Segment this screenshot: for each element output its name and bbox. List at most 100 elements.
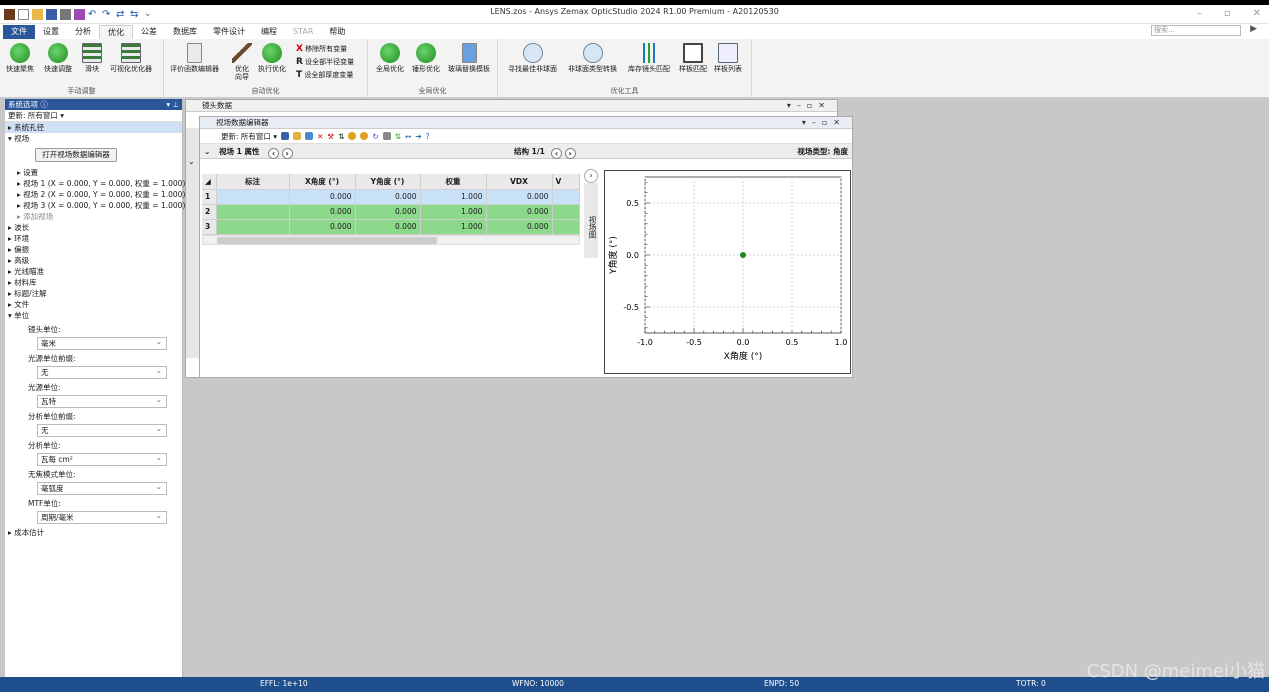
redo-icon[interactable]: ↻ xyxy=(372,129,378,144)
field-plot-tab[interactable]: 视场图 xyxy=(584,183,598,258)
menu-tab-2[interactable]: 分析 xyxy=(67,25,99,39)
sort-icon[interactable]: ⇅ xyxy=(338,129,344,144)
table-cell[interactable]: 0.000 xyxy=(486,219,553,235)
menu-tab-1[interactable]: 设置 xyxy=(35,25,67,39)
stock-lens-match-button[interactable]: 库存镜头匹配 xyxy=(628,43,670,73)
menu-tab-5[interactable]: 数据库 xyxy=(165,25,205,39)
unit-select[interactable]: 无 xyxy=(37,423,167,437)
col-header-weight[interactable]: 权重 xyxy=(420,174,487,190)
table-cell[interactable] xyxy=(216,189,290,205)
slider-button[interactable]: 滑块 xyxy=(82,43,102,73)
delete-icon[interactable]: ✕ xyxy=(317,129,323,144)
col-header-vdy[interactable]: V xyxy=(552,174,580,190)
find-best-asphere-button[interactable]: 寻找最佳非球面 xyxy=(508,43,557,73)
menu-tab-0[interactable]: 文件 xyxy=(3,25,35,39)
col-header-vdx[interactable]: VDX xyxy=(486,174,553,190)
table-cell[interactable]: 0.000 xyxy=(289,219,356,235)
tree-item-polarization[interactable]: ▸ 偏振 xyxy=(5,244,182,255)
unit-select[interactable]: 瓦特 xyxy=(37,394,167,408)
menu-tab-7[interactable]: 编程 xyxy=(253,25,285,39)
toggle-icon[interactable] xyxy=(382,132,391,140)
table-cell[interactable]: 0.000 xyxy=(486,189,553,205)
folder-icon[interactable] xyxy=(293,132,302,140)
lens-data-window-controls[interactable]: ▾–▫✕ xyxy=(787,100,831,112)
minimize-icon[interactable]: – xyxy=(1197,8,1202,19)
tree-item-aperture[interactable]: ▸ 系统孔径 xyxy=(5,122,182,133)
execute-optimization-button[interactable]: 执行优化 xyxy=(258,43,286,73)
table-cell[interactable] xyxy=(216,204,290,220)
field-editor-update-dropdown[interactable]: 更新: 所有窗口 ▾ xyxy=(221,129,277,144)
unit-select[interactable]: 瓦每 cm² xyxy=(37,452,167,466)
close-icon[interactable]: ✕ xyxy=(1253,8,1261,19)
menu-tab-9[interactable]: 帮助 xyxy=(321,25,353,39)
asphere-type-convert-button[interactable]: 非球面类型转换 xyxy=(568,43,617,73)
insert-icon[interactable] xyxy=(305,132,314,140)
set-radius-variables-button[interactable]: R 设全部半径变量 xyxy=(296,56,354,69)
col-header-x-angle[interactable]: X角度 (°) xyxy=(289,174,356,190)
expand-plot-icon[interactable]: › xyxy=(584,169,598,183)
arrow-right-icon[interactable]: ➔ xyxy=(415,129,421,144)
table-cell[interactable] xyxy=(216,219,290,235)
table-row[interactable]: 3 0.000 0.000 1.000 0.000 xyxy=(202,219,580,235)
table-cell[interactable]: 0.000 xyxy=(486,204,553,220)
tree-item-title-notes[interactable]: ▸ 标题/注解 xyxy=(5,288,182,299)
tree-item-units[interactable]: ▾ 单位 xyxy=(5,310,182,321)
hammer-optimization-button[interactable]: 锤形优化 xyxy=(412,43,440,73)
coin2-icon[interactable] xyxy=(360,132,369,140)
play-icon[interactable]: ▶ xyxy=(1250,24,1257,34)
tree-item-field-3[interactable]: ▸ 视场 3 (X = 0.000, Y = 0.000, 权重 = 1.000… xyxy=(5,200,185,211)
unit-select[interactable]: 毫弧度 xyxy=(37,481,167,495)
horizontal-scrollbar[interactable] xyxy=(202,234,580,245)
test-plate-match-button[interactable]: 样板匹配 xyxy=(679,43,707,73)
search-input[interactable]: 搜索... xyxy=(1151,25,1241,36)
tree-item-environment[interactable]: ▸ 环境 xyxy=(5,233,182,244)
quick-focus-button[interactable]: 快速聚焦 xyxy=(6,43,34,73)
table-cell[interactable] xyxy=(552,204,580,220)
quick-adjust-button[interactable]: 快速调整 xyxy=(44,43,72,73)
tree-item-files[interactable]: ▸ 文件 xyxy=(5,299,182,310)
tree-item-cost-estimator[interactable]: ▸ 成本估计 xyxy=(5,527,182,538)
unit-select[interactable]: 毫米 xyxy=(37,336,167,350)
table-cell[interactable] xyxy=(552,189,580,205)
save-icon[interactable] xyxy=(281,132,290,140)
config-nav[interactable]: ‹ › xyxy=(551,145,576,160)
table-cell[interactable]: 0.000 xyxy=(355,204,421,220)
menu-tab-8[interactable]: STAR xyxy=(285,25,321,39)
optimization-wizard-button[interactable]: 优化 向导 xyxy=(232,43,252,81)
tree-item-fields[interactable]: ▾ 视场 xyxy=(5,133,182,144)
update-dropdown[interactable]: 更新: 所有窗口 ▾ xyxy=(5,110,182,122)
pin-icon[interactable]: ▾ ⊥ xyxy=(166,99,179,110)
coin-icon[interactable] xyxy=(348,132,357,140)
swap-icon[interactable]: ⇅ xyxy=(395,129,401,144)
table-cell[interactable]: 1.000 xyxy=(420,204,487,220)
glass-substitution-button[interactable]: 玻璃替换模板 xyxy=(448,43,490,73)
set-thickness-variables-button[interactable]: T 设全部厚度变量 xyxy=(296,69,354,82)
tree-item-field-settings[interactable]: ▸ 设置 xyxy=(5,167,182,178)
table-cell[interactable]: 1.000 xyxy=(420,219,487,235)
table-cell[interactable]: 0.000 xyxy=(355,219,421,235)
menu-tab-6[interactable]: 零件设计 xyxy=(205,25,253,39)
tree-item-wavelengths[interactable]: ▸ 波长 xyxy=(5,222,182,233)
maximize-icon[interactable]: ▫ xyxy=(1224,8,1231,19)
help-icon[interactable]: ⓘ xyxy=(40,100,48,109)
table-row[interactable]: 2 0.000 0.000 1.000 0.000 xyxy=(202,204,580,220)
field-editor-window-controls[interactable]: ▾–▫✕ xyxy=(802,117,846,129)
arrows-icon[interactable]: ↔ xyxy=(405,129,411,144)
table-cell[interactable]: 0.000 xyxy=(355,189,421,205)
table-cell[interactable]: 1.000 xyxy=(420,189,487,205)
unit-select[interactable]: 周期/毫米 xyxy=(37,510,167,524)
table-cell[interactable]: 0.000 xyxy=(289,204,356,220)
table-cell[interactable] xyxy=(552,219,580,235)
help-icon[interactable]: ? xyxy=(426,129,430,144)
unit-select[interactable]: 无 xyxy=(37,365,167,379)
tree-item-field-1[interactable]: ▸ 视场 1 (X = 0.000, Y = 0.000, 权重 = 1.000… xyxy=(5,178,185,189)
global-optimization-button[interactable]: 全局优化 xyxy=(376,43,404,73)
table-cell[interactable]: 0.000 xyxy=(289,189,356,205)
col-header-y-angle[interactable]: Y角度 (°) xyxy=(355,174,421,190)
scroll-thumb[interactable] xyxy=(217,236,437,244)
tree-item-material-catalogs[interactable]: ▸ 材料库 xyxy=(5,277,182,288)
wand-icon[interactable]: ⚒ xyxy=(327,129,334,144)
table-row[interactable]: 1 0.000 0.000 1.000 0.000 xyxy=(202,189,580,205)
side-collapse-icon[interactable]: ⌄ xyxy=(188,157,198,167)
tree-item-add-field[interactable]: ▸ 添加视场 xyxy=(5,211,182,222)
